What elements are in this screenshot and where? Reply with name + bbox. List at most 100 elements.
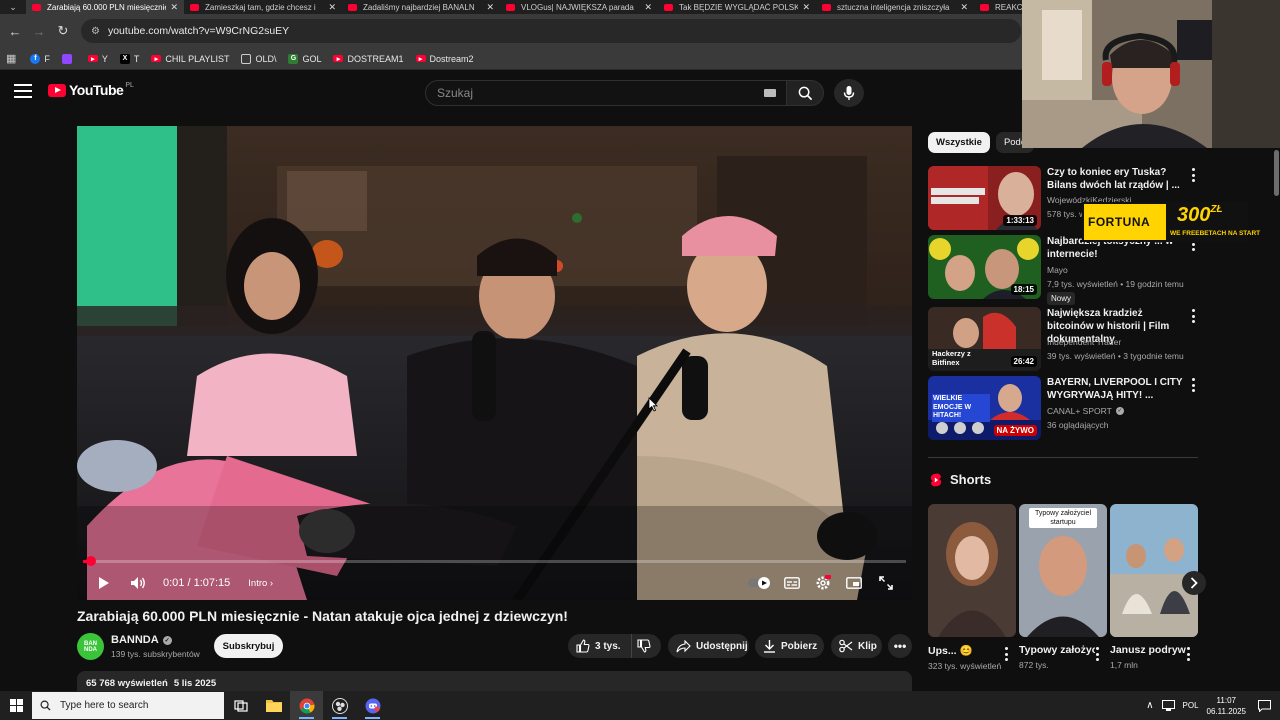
share-button[interactable]: Udostępnij: [668, 634, 749, 658]
chrome-taskbar-button[interactable]: [290, 691, 323, 720]
tab-close-icon[interactable]: ✕: [486, 2, 494, 13]
twitch-icon: [61, 53, 72, 64]
bookmark-item[interactable]: ▸ Dostream2: [415, 54, 474, 64]
tab-close-icon[interactable]: ✕: [802, 2, 810, 13]
autoplay-toggle[interactable]: [746, 566, 774, 600]
bookmark-item[interactable]: fF: [30, 53, 50, 64]
download-button[interactable]: Pobierz: [755, 634, 824, 658]
fullscreen-button[interactable]: [872, 566, 900, 600]
short-options-icon[interactable]: [1002, 647, 1010, 661]
browser-tab[interactable]: VLOGus| NAJWIĘKSZA parada ✕: [500, 0, 658, 14]
address-bar[interactable]: ⚙ youtube.com/watch?v=W9CrNG2suEY: [81, 19, 1021, 43]
short-item[interactable]: Ups... 😊 323 tys. wyświetleń: [928, 504, 1016, 672]
subscribe-button[interactable]: Subskrybuj: [214, 634, 283, 658]
dislike-button[interactable]: [632, 639, 661, 653]
language-indicator[interactable]: POL: [1183, 701, 1199, 710]
file-explorer-button[interactable]: [257, 691, 290, 720]
settings-button[interactable]: [809, 566, 837, 600]
tab-close-icon[interactable]: ✕: [960, 2, 968, 13]
tray-overflow-icon[interactable]: ∧: [1146, 700, 1153, 711]
video-title[interactable]: Czy to koniec ery Tuska? Bilans dwóch la…: [1047, 166, 1185, 192]
bookmark-item[interactable]: OLD\: [241, 53, 276, 64]
bookmark-item[interactable]: ▸ Y: [87, 54, 108, 64]
browser-tab[interactable]: Tak BĘDZIE WYGLĄDAĆ POLSK ✕: [658, 0, 816, 14]
bookmark-item[interactable]: ▸ DOSTREAM1: [333, 54, 404, 64]
video-thumbnail[interactable]: 1:33:13: [928, 166, 1041, 230]
short-thumbnail[interactable]: Typowy założyciel startupu: [1019, 504, 1107, 637]
browser-tab[interactable]: Zamieszkaj tam, gdzie chcesz i ✕: [184, 0, 342, 14]
channel-name[interactable]: CANAL+ SPORT ✓: [1047, 406, 1124, 416]
youtube-logo[interactable]: YouTube PL: [48, 82, 134, 98]
back-button[interactable]: ←: [3, 19, 27, 43]
progress-bar[interactable]: [83, 556, 906, 566]
discord-taskbar-button[interactable]: [356, 691, 389, 720]
bookmark-item[interactable]: XT: [119, 53, 139, 64]
channel-avatar[interactable]: BAN NDA: [77, 633, 104, 660]
video-player[interactable]: 0:01 / 1:07:15 Intro ›: [77, 126, 912, 600]
browser-tab[interactable]: Zadaliśmy najbardziej BANALN ✕: [342, 0, 500, 14]
shorts-next-button[interactable]: [1182, 571, 1206, 595]
discord-icon: [365, 698, 380, 713]
video-options-icon[interactable]: [1189, 168, 1197, 182]
like-button[interactable]: 3 tys.: [568, 634, 632, 658]
bookmark-item[interactable]: [61, 53, 76, 64]
obs-taskbar-button[interactable]: [323, 691, 356, 720]
video-thumbnail[interactable]: WIELKIE EMOCJE W HITACH! NA ŻYWO: [928, 376, 1041, 440]
video-thumbnail[interactable]: Hackerzy z Bitfinex 26:42: [928, 307, 1041, 371]
start-button[interactable]: [0, 691, 32, 720]
subtitles-button[interactable]: [778, 566, 806, 600]
scrollbar-thumb[interactable]: [1274, 150, 1279, 196]
menu-icon[interactable]: [14, 84, 32, 98]
tab-close-icon[interactable]: ✕: [328, 2, 336, 13]
video-title[interactable]: BAYERN, LIVERPOOL I CITY WYGRYWAJĄ HITY!…: [1047, 376, 1185, 402]
task-view-button[interactable]: [224, 691, 257, 720]
short-options-icon[interactable]: [1184, 647, 1192, 661]
video-options-icon[interactable]: [1189, 378, 1197, 392]
tab-search-menu-button[interactable]: ⌄: [0, 0, 26, 14]
chip-all[interactable]: Wszystkie: [928, 132, 990, 153]
short-title[interactable]: Janusz podrywa a ...: [1110, 644, 1186, 656]
bookmark-item[interactable]: ▸ CHIL PLAYLIST: [151, 54, 229, 64]
short-thumbnail[interactable]: [1110, 504, 1198, 637]
channel-name-text: CANAL+ SPORT: [1047, 406, 1112, 416]
scrubber-handle[interactable]: [86, 556, 96, 566]
recommended-video[interactable]: Hackerzy z Bitfinex 26:42 Największa kra…: [928, 307, 1198, 373]
video-options-icon[interactable]: [1189, 309, 1197, 323]
network-icon[interactable]: [1161, 700, 1175, 711]
clip-button[interactable]: Klip: [831, 634, 882, 658]
youtube-favicon-icon: [348, 3, 357, 11]
browser-tab[interactable]: sztuczna inteligencja zniszczyła ✕: [816, 0, 974, 14]
video-thumbnail[interactable]: 18:15: [928, 235, 1041, 299]
keyboard-icon[interactable]: [764, 89, 776, 97]
channel-name[interactable]: BANNDA ✓: [111, 634, 172, 646]
short-title[interactable]: Ups... 😊: [928, 644, 1004, 657]
channel-name[interactable]: Independent Trader: [1047, 337, 1121, 347]
search-input[interactable]: [437, 86, 757, 100]
notifications-icon[interactable]: [1258, 699, 1271, 712]
channel-name[interactable]: Mayo: [1047, 265, 1068, 275]
short-item[interactable]: Typowy założyciel startupu Typowy założy…: [1019, 504, 1107, 671]
recommended-video[interactable]: WIELKIE EMOCJE W HITACH! NA ŻYWO BAYERN,…: [928, 376, 1198, 442]
play-button[interactable]: [89, 576, 119, 590]
bookmark-item[interactable]: G GOL: [288, 53, 321, 64]
reload-button[interactable]: ↻: [51, 19, 75, 43]
browser-tab[interactable]: Zarabiają 60.000 PLN miesięcznie ✕: [26, 0, 184, 14]
site-info-icon[interactable]: ⚙: [91, 26, 100, 37]
chapter-button[interactable]: Intro ›: [248, 578, 273, 589]
search-button[interactable]: [786, 80, 824, 106]
short-thumbnail[interactable]: [928, 504, 1016, 637]
search-box[interactable]: [425, 80, 787, 106]
clock[interactable]: 11:07 06.11.2025: [1207, 695, 1246, 717]
taskbar-search[interactable]: Type here to search: [32, 692, 224, 719]
tab-close-icon[interactable]: ✕: [170, 2, 178, 13]
recommended-video[interactable]: 18:15 Najbardziej toksyczny ... w intern…: [928, 235, 1198, 305]
short-options-icon[interactable]: [1093, 647, 1101, 661]
apps-grid-icon[interactable]: ▦: [6, 52, 16, 65]
forward-button[interactable]: →: [27, 19, 51, 43]
voice-search-button[interactable]: [834, 79, 864, 107]
short-title[interactable]: Typowy założyciel ...: [1019, 644, 1095, 656]
tab-close-icon[interactable]: ✕: [644, 2, 652, 13]
miniplayer-button[interactable]: [840, 566, 868, 600]
more-actions-button[interactable]: •••: [888, 634, 912, 658]
volume-button[interactable]: [123, 576, 153, 590]
